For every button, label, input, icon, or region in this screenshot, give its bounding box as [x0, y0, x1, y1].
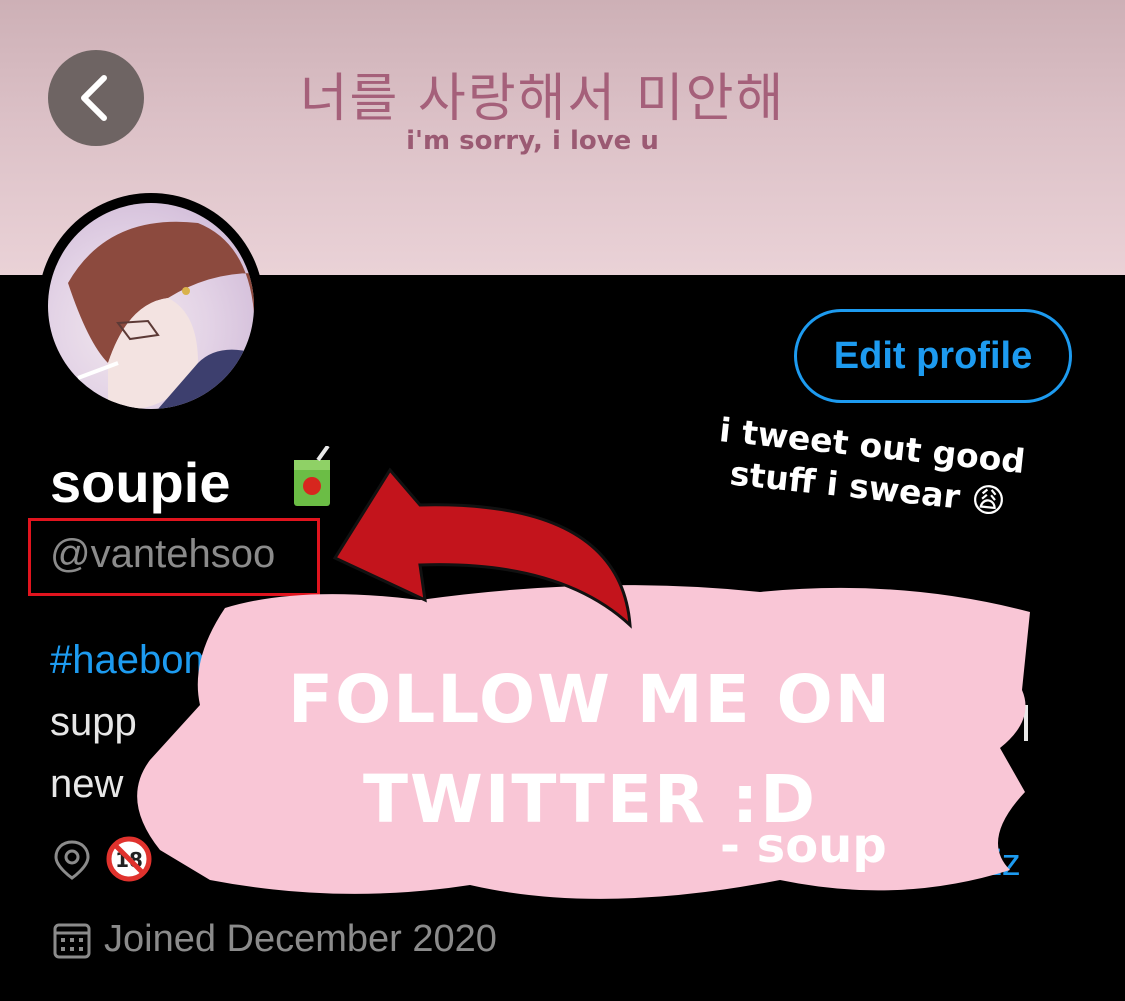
- joined-date: Joined December 2020: [104, 918, 497, 960]
- calendar-icon: [53, 923, 91, 959]
- banner-title: 너를 사랑해서 미안해: [299, 69, 786, 129]
- overlay-note: i tweet out good stuff i swear 😩: [717, 410, 1027, 522]
- username-handle: @vantehsoo: [50, 532, 276, 576]
- banner-subtitle: i'm sorry, i love u: [406, 126, 659, 156]
- bio-hashtag[interactable]: #haebom.: [50, 638, 228, 683]
- juice-box-icon: [294, 446, 330, 506]
- red-arrow: [332, 467, 632, 629]
- signature: - soup: [720, 818, 887, 874]
- bio-text-fragment: [1024, 705, 1028, 741]
- no-one-under-18-icon: 18: [106, 836, 152, 882]
- bio-line: new: [50, 762, 124, 806]
- display-name: soupie: [50, 451, 231, 514]
- profile-link[interactable]: 9NZz: [930, 842, 1021, 885]
- location-pin-icon: [54, 840, 90, 880]
- avatar-illustration: [68, 221, 254, 409]
- bio-line: supp: [50, 700, 137, 744]
- avatar[interactable]: [48, 203, 254, 409]
- edit-profile-button[interactable]: Edit profile: [794, 309, 1072, 403]
- back-button[interactable]: [48, 50, 144, 146]
- chevron-left-icon: [81, 75, 107, 121]
